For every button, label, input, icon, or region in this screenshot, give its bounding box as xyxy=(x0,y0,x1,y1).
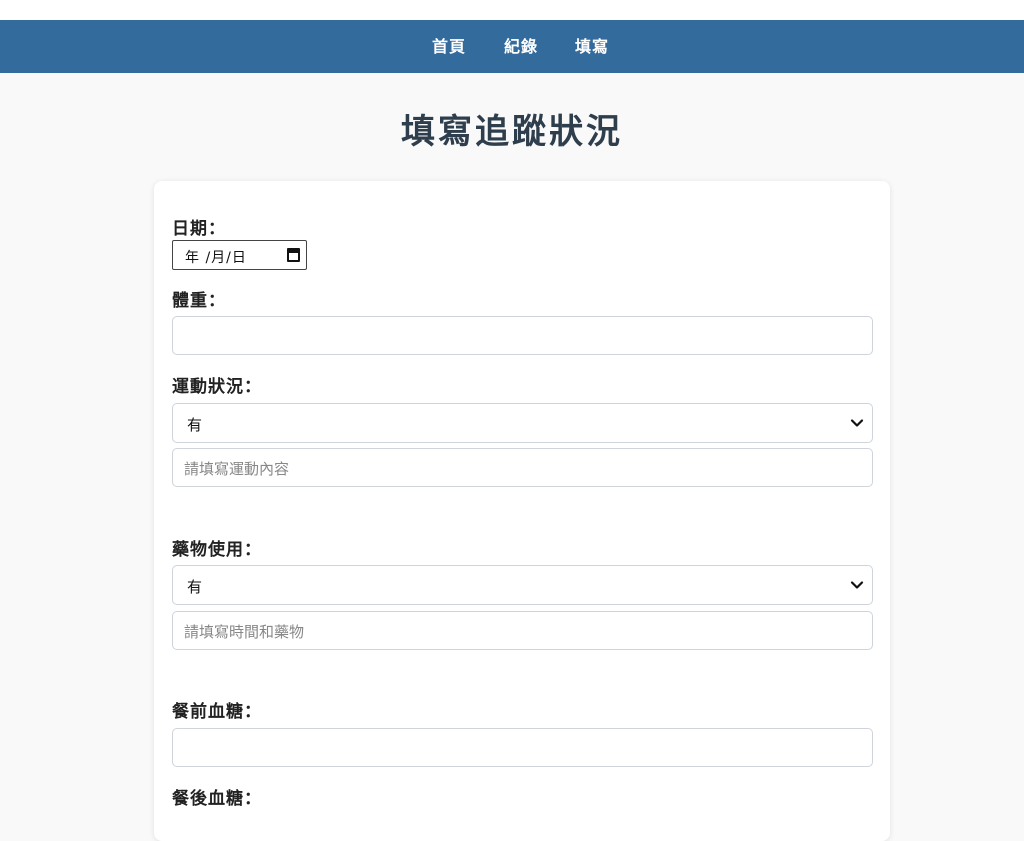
pre-meal-glucose-label: 餐前血糖： xyxy=(172,702,262,722)
medication-select[interactable]: 有 xyxy=(172,565,873,605)
navbar: 首頁 紀錄 填寫 xyxy=(0,20,1024,73)
post-meal-glucose-label: 餐後血糖： xyxy=(172,789,262,809)
pre-meal-glucose-input[interactable] xyxy=(172,728,873,767)
exercise-detail-input[interactable]: 請填寫運動內容 xyxy=(172,448,873,487)
date-input[interactable]: 年 /月/日 xyxy=(172,240,307,270)
chevron-down-icon xyxy=(850,581,864,589)
weight-label: 體重： xyxy=(172,291,226,311)
weight-input[interactable] xyxy=(172,316,873,355)
medication-detail-input[interactable]: 請填寫時間和藥物 xyxy=(172,611,873,650)
date-label: 日期： xyxy=(172,219,226,239)
nav-fill-link[interactable]: 填寫 xyxy=(575,20,609,73)
chevron-down-icon xyxy=(850,419,864,427)
exercise-label: 運動狀況： xyxy=(172,377,262,397)
medication-label: 藥物使用： xyxy=(172,540,262,560)
medication-detail-placeholder: 請填寫時間和藥物 xyxy=(184,623,305,641)
top-strip xyxy=(0,0,1024,20)
page-title: 填寫追蹤狀況 xyxy=(401,112,623,152)
date-input-value: 年 /月/日 xyxy=(185,250,247,266)
nav-records-link[interactable]: 紀錄 xyxy=(504,20,538,73)
nav-home-link[interactable]: 首頁 xyxy=(432,20,466,73)
calendar-icon[interactable] xyxy=(287,248,300,262)
medication-select-value: 有 xyxy=(187,578,203,596)
exercise-detail-placeholder: 請填寫運動內容 xyxy=(184,460,290,478)
exercise-select[interactable]: 有 xyxy=(172,403,873,443)
exercise-select-value: 有 xyxy=(187,416,203,434)
